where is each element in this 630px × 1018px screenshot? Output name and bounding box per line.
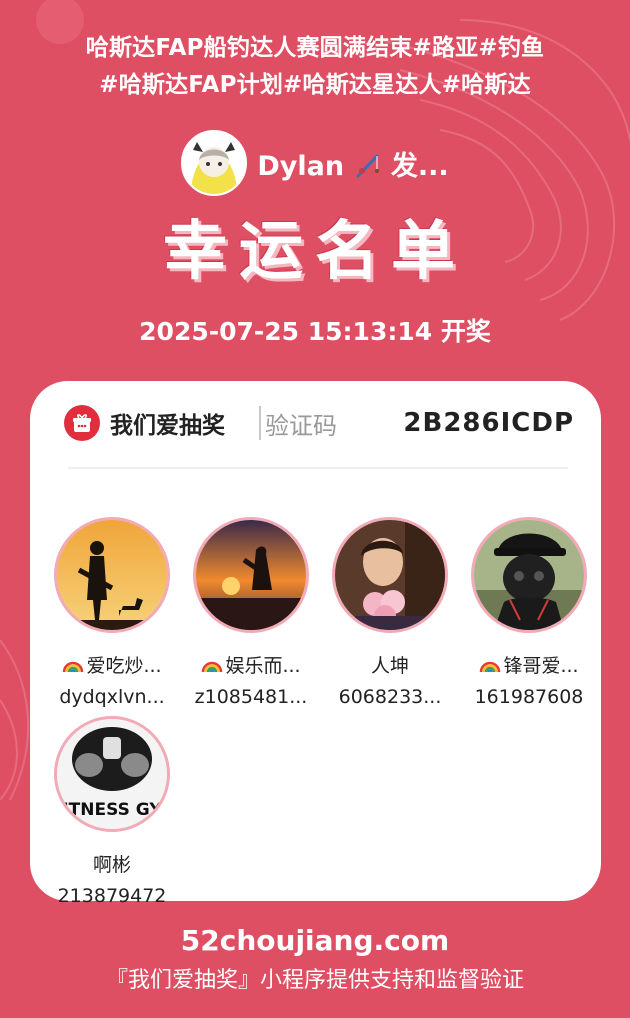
winner-avatar[interactable] [471, 517, 587, 633]
rainbow-icon [202, 661, 223, 672]
host-name-text: Dylan [257, 150, 345, 182]
winner-uid: 161987608 [474, 686, 584, 708]
fishing-rod-icon [356, 154, 380, 177]
winner-nickname: 娱乐而... [181, 651, 321, 678]
winner-item[interactable]: 爱吃炒... dydqxlvn... [42, 517, 182, 708]
rainbow-icon [63, 661, 84, 672]
winner-item[interactable]: 锋哥爱... 161987608 [459, 517, 599, 708]
rainbow-icon [480, 661, 501, 672]
verification-code-label: 验证码 [265, 411, 337, 440]
host-avatar[interactable] [181, 130, 248, 196]
footer-note: 『我们爱抽奖』小程序提供支持和监督验证 [105, 968, 524, 993]
draw-time: 2025-07-25 15:13:14 开奖 [139, 317, 491, 346]
hashtag-header: 哈斯达FAP船钓达人赛圆满结束#路亚#钓鱼 #哈斯达FAP计划#哈斯达星达人#哈… [0, 30, 630, 104]
verification-code-value[interactable]: 2B286ICDP [403, 408, 574, 438]
host-name: Dylan 发... [257, 144, 448, 183]
winner-avatar[interactable] [54, 517, 170, 633]
header-separator [259, 406, 261, 440]
hashtag-line-2: #哈斯达FAP计划#哈斯达星达人#哈斯达 [99, 72, 531, 98]
winner-item[interactable]: ITNESS GY 啊彬 213879472 [42, 716, 182, 907]
winner-avatar[interactable] [193, 517, 309, 633]
winner-nickname-text: 爱吃炒... [86, 655, 162, 677]
winner-nickname: 人坤 [320, 651, 460, 678]
divider [68, 467, 568, 469]
winner-nickname: 爱吃炒... [42, 651, 182, 678]
winner-uid: 213879472 [57, 885, 167, 907]
hashtag-line-1: 哈斯达FAP船钓达人赛圆满结束#路亚#钓鱼 [85, 35, 545, 61]
masked-angler-avatar-icon [474, 520, 584, 630]
gift-logo-icon [64, 405, 100, 441]
winner-item[interactable]: 娱乐而... z1085481... [181, 517, 321, 708]
lucky-list-title: 幸运名单 [163, 215, 467, 289]
portrait-flowers-avatar-icon [335, 520, 445, 630]
host-info[interactable]: Dylan 发... [0, 130, 630, 196]
winner-nickname-text: 啊彬 [92, 854, 131, 876]
winners-card: 我们爱抽奖 验证码 2B286ICDP 爱吃炒... dydqxlvn... 娱… [30, 381, 601, 907]
footer-website[interactable]: 52choujiang.com [0, 924, 630, 957]
winner-nickname-text: 娱乐而... [225, 655, 301, 677]
winner-nickname: 啊彬 [42, 850, 182, 877]
winner-nickname-text: 人坤 [370, 655, 409, 677]
sunset-lake-avatar-icon [196, 520, 306, 630]
fitness-gym-avatar-icon: ITNESS GY [57, 719, 167, 829]
winner-uid: 6068233... [338, 686, 442, 708]
winner-avatar[interactable]: ITNESS GY [54, 716, 170, 832]
winner-uid: z1085481... [194, 686, 308, 708]
winner-nickname-text: 锋哥爱... [503, 655, 579, 677]
winner-avatar[interactable] [332, 517, 448, 633]
card-header: 我们爱抽奖 验证码 2B286ICDP [64, 403, 574, 443]
gym-logo-text: ITNESS GY [62, 800, 162, 820]
brand-name: 我们爱抽奖 [110, 413, 225, 439]
winner-nickname: 锋哥爱... [459, 651, 599, 678]
winner-uid: dydqxlvn... [59, 686, 165, 708]
host-suffix: 发... [390, 150, 449, 182]
silhouette-sunset-avatar-icon [57, 520, 167, 630]
winner-item[interactable]: 人坤 6068233... [320, 517, 460, 708]
cartoon-girl-avatar-icon [183, 132, 246, 194]
